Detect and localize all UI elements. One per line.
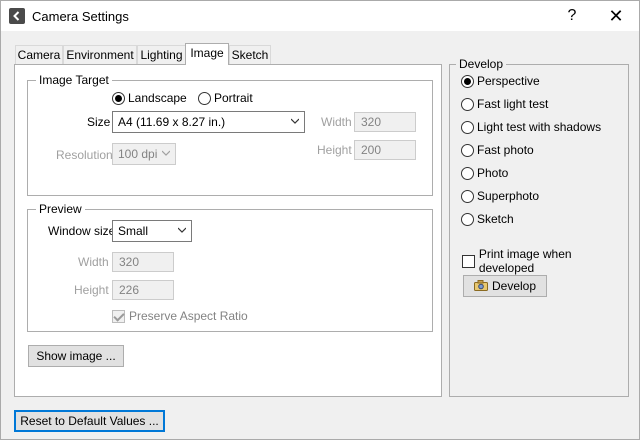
target-height-label: Height <box>317 143 352 157</box>
preview-width-label: Width <box>78 255 109 269</box>
develop-option-fast-light-test[interactable]: Fast light test <box>461 97 548 111</box>
landscape-radio[interactable]: Landscape <box>112 91 187 105</box>
develop-option-fast-photo[interactable]: Fast photo <box>461 143 534 157</box>
resolution-dropdown[interactable]: 100 dpi <box>112 143 176 165</box>
camera-settings-window: Camera Settings ? ✕ Camera Environment L… <box>0 0 640 440</box>
fast-photo-label: Fast photo <box>477 143 534 157</box>
chevron-down-icon <box>291 118 299 124</box>
window-size-value: Small <box>118 224 149 238</box>
superphoto-radio-dot <box>461 189 474 203</box>
image-tab-panel: Image Target Landscape Portrait Size A4 … <box>14 64 442 397</box>
landscape-label: Landscape <box>128 91 187 105</box>
fast-light-test-radio-dot <box>461 97 474 111</box>
fast-photo-radio-dot <box>461 143 474 157</box>
tab-environment[interactable]: Environment <box>63 45 137 65</box>
tab-sketch[interactable]: Sketch <box>229 45 271 65</box>
preview-legend: Preview <box>36 202 85 216</box>
preview-group: Preview Window size Small Width 320 Heig… <box>27 202 433 332</box>
develop-option-perspective[interactable]: Perspective <box>461 74 540 88</box>
fast-light-test-label: Fast light test <box>477 97 549 111</box>
perspective-radio-dot <box>461 74 474 88</box>
portrait-radio-dot <box>198 91 211 105</box>
chevron-down-icon <box>162 150 170 156</box>
preview-height-label: Height <box>74 283 109 297</box>
window-title: Camera Settings <box>32 9 129 24</box>
develop-option-sketch[interactable]: Sketch <box>461 212 514 226</box>
light-test-shadows-radio-dot <box>461 120 474 134</box>
target-width-field[interactable]: 320 <box>354 112 416 132</box>
app-back-icon <box>9 8 25 24</box>
preserve-aspect-label: Preserve Aspect Ratio <box>129 309 248 323</box>
title-bar: Camera Settings ? ✕ <box>1 1 639 31</box>
preview-height-field[interactable]: 226 <box>112 280 174 300</box>
landscape-radio-dot <box>112 91 125 105</box>
size-dropdown[interactable]: A4 (11.69 x 8.27 in.) <box>112 111 305 133</box>
target-height-field[interactable]: 200 <box>354 140 416 160</box>
print-image-label: Print image when developed <box>478 247 572 275</box>
help-button[interactable]: ? <box>550 1 594 31</box>
perspective-label: Perspective <box>477 74 540 88</box>
print-image-checkbox[interactable]: Print image when developed <box>462 247 628 275</box>
preserve-aspect-checkbox[interactable]: Preserve Aspect Ratio <box>112 309 248 323</box>
size-value: A4 (11.69 x 8.27 in.) <box>118 115 226 129</box>
target-width-label: Width <box>321 115 352 129</box>
preserve-aspect-box <box>112 309 125 323</box>
photo-radio-dot <box>461 166 474 180</box>
resolution-value: 100 dpi <box>118 147 158 161</box>
portrait-radio[interactable]: Portrait <box>198 91 253 105</box>
photo-label: Photo <box>477 166 509 180</box>
image-target-legend: Image Target <box>36 73 112 87</box>
tab-camera[interactable]: Camera <box>15 45 63 65</box>
portrait-label: Portrait <box>214 91 253 105</box>
chevron-down-icon <box>178 227 186 233</box>
close-button[interactable]: ✕ <box>594 1 638 31</box>
show-image-button[interactable]: Show image ... <box>28 345 124 367</box>
sketch-label: Sketch <box>477 212 514 226</box>
develop-option-light-test-shadows[interactable]: Light test with shadows <box>461 120 601 134</box>
image-target-group: Image Target Landscape Portrait Size A4 … <box>27 73 433 196</box>
preview-width-field[interactable]: 320 <box>112 252 174 272</box>
develop-option-superphoto[interactable]: Superphoto <box>461 189 539 203</box>
tab-lighting[interactable]: Lighting <box>137 45 186 65</box>
develop-option-photo[interactable]: Photo <box>461 166 508 180</box>
tab-image[interactable]: Image <box>185 43 229 65</box>
light-test-shadows-label: Light test with shadows <box>477 120 602 134</box>
develop-group: Develop Perspective Fast light test Ligh… <box>449 57 629 397</box>
develop-legend: Develop <box>456 57 507 71</box>
size-label: Size <box>87 115 111 129</box>
sketch-radio-dot <box>461 212 474 226</box>
resolution-label: Resolution <box>56 148 113 162</box>
window-size-dropdown[interactable]: Small <box>112 220 192 242</box>
superphoto-label: Superphoto <box>477 189 540 203</box>
camera-icon <box>473 280 488 291</box>
window-size-label: Window size <box>48 224 116 238</box>
develop-button[interactable]: Develop <box>463 275 547 297</box>
print-image-box <box>462 254 475 268</box>
reset-defaults-button[interactable]: Reset to Default Values ... <box>14 410 165 432</box>
develop-button-label: Develop <box>491 279 537 293</box>
